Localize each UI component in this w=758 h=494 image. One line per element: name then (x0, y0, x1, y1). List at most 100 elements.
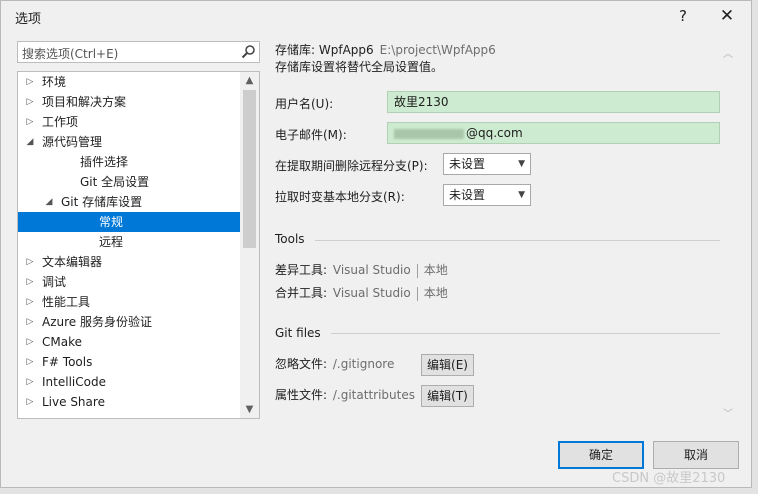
edit-attributes-button[interactable]: 编辑(T) (421, 385, 474, 407)
username-field[interactable]: 故里2130 (387, 91, 720, 113)
divider (416, 263, 418, 278)
tree-item[interactable]: ▷ F# Tools (18, 352, 240, 372)
tree-item-label: 工作项 (42, 115, 79, 129)
options-tree[interactable]: ▷ 环境 ▷ 项目和解决方案 ▷ 工作项 ◢ 源代码管理 插件选择 Git 全局设置 ◢ Git 存储… (17, 71, 260, 419)
tree-item[interactable]: ▷ 文本编辑器 (18, 252, 240, 272)
merge-tool-label: 合并工具: (275, 286, 328, 300)
prune-value: 未设置 (449, 157, 486, 171)
ignore-file-value: /.gitignore (332, 357, 395, 371)
tree-item[interactable]: ▷ 环境 (18, 72, 240, 92)
git-files-section-title: Git files (275, 326, 321, 340)
collapsed-arrow-icon[interactable]: ▷ (24, 112, 36, 132)
username-label: 用户名(U): (275, 97, 334, 111)
tree-item-label: Azure 服务身份验证 (42, 315, 152, 329)
git-files-divider (331, 333, 720, 334)
prune-label: 在提取期间删除远程分支(P): (275, 159, 428, 173)
title-bar: 选项 ? ✕ (1, 1, 753, 31)
tree-item-label: F# Tools (42, 355, 93, 369)
search-placeholder: 搜索选项(Ctrl+E) (22, 47, 119, 61)
tree-item-label: 文本编辑器 (42, 255, 103, 269)
scrollbar-thumb[interactable] (243, 90, 256, 248)
tree-item-label: 调试 (42, 275, 67, 289)
background-edge-right (752, 0, 758, 494)
merge-tool-row: 合并工具: Visual Studio 本地 (275, 284, 448, 301)
search-icon[interactable] (240, 44, 256, 60)
collapsed-arrow-icon[interactable]: ▷ (24, 312, 36, 332)
tree-scrollbar[interactable]: ▲ ▼ (240, 72, 259, 418)
email-field[interactable]: @qq.com (387, 122, 720, 144)
expanded-arrow-icon[interactable]: ◢ (43, 192, 55, 212)
collapsed-arrow-icon[interactable]: ▷ (24, 272, 36, 292)
tree-item[interactable]: ◢ Git 存储库设置 (18, 192, 240, 212)
rebase-value: 未设置 (449, 188, 486, 202)
tools-divider (315, 240, 720, 241)
divider (416, 286, 418, 301)
scroll-down-icon[interactable]: ▼ (240, 401, 259, 418)
repo-header: 存储库: WpfApp6 E:\project\WpfApp6 (275, 41, 496, 58)
ignore-file-row: 忽略文件: /.gitignore (275, 355, 394, 372)
tree-item-label: 环境 (42, 75, 67, 89)
chevron-down-icon: ▼ (518, 190, 525, 200)
tree-item[interactable]: 常规 (18, 212, 240, 232)
background-edge-bottom (0, 488, 758, 494)
tree-item-label: 项目和解决方案 (42, 95, 127, 109)
merge-tool-value: Visual Studio (332, 286, 411, 300)
repo-path: E:\project\WpfApp6 (379, 43, 496, 57)
ignore-file-label: 忽略文件: (275, 357, 328, 371)
collapsed-arrow-icon[interactable]: ▷ (24, 72, 36, 92)
collapsed-arrow-icon[interactable]: ▷ (24, 332, 36, 352)
ok-button[interactable]: 确定 (558, 441, 644, 469)
tree-item[interactable]: 插件选择 (18, 152, 240, 172)
scroll-up-icon[interactable]: ▲ (240, 72, 259, 89)
tree-item-label: 源代码管理 (42, 135, 103, 149)
tree-item[interactable]: ▷ CMake (18, 332, 240, 352)
help-button[interactable]: ? (671, 5, 695, 27)
rebase-label: 拉取时变基本地分支(R): (275, 190, 405, 204)
tree-item[interactable]: ▷ Azure 服务身份验证 (18, 312, 240, 332)
expanded-arrow-icon[interactable]: ◢ (24, 132, 36, 152)
chevron-down-icon: ▼ (518, 159, 525, 169)
diff-tool-label: 差异工具: (275, 263, 328, 277)
panel-scroll-down-icon[interactable]: ﹀ (723, 405, 733, 420)
collapsed-arrow-icon[interactable]: ▷ (24, 372, 36, 392)
tree-item-label: IntelliCode (42, 375, 106, 389)
attributes-file-row: 属性文件: /.gitattributes (275, 386, 415, 403)
collapsed-arrow-icon[interactable]: ▷ (24, 352, 36, 372)
tree-item-label: CMake (42, 335, 82, 349)
tree-item-label: 插件选择 (80, 155, 129, 169)
tree-item[interactable]: 远程 (18, 232, 240, 252)
search-input[interactable]: 搜索选项(Ctrl+E) (17, 41, 260, 63)
repo-label: 存储库: WpfApp6 (275, 43, 374, 57)
diff-tool-value: Visual Studio (332, 263, 411, 277)
tree-item[interactable]: Git 全局设置 (18, 172, 240, 192)
diff-tool-local: 本地 (423, 263, 448, 277)
tree-item[interactable]: ▷ IntelliCode (18, 372, 240, 392)
merge-tool-local: 本地 (423, 286, 448, 300)
tree-item[interactable]: ▷ 工作项 (18, 112, 240, 132)
collapsed-arrow-icon[interactable]: ▷ (24, 252, 36, 272)
tree-item-label: Live Share (42, 395, 105, 409)
close-button[interactable]: ✕ (715, 5, 739, 27)
options-dialog: 选项 ? ✕ 搜索选项(Ctrl+E) ▷ 环境 ▷ 项目和解决方案 ▷ 工作项 ◢ 源代码管… (0, 0, 752, 488)
tree-item[interactable]: ▷ 项目和解决方案 (18, 92, 240, 112)
tree-item[interactable]: ▷ 性能工具 (18, 292, 240, 312)
tree-item[interactable]: ▷ Live Share (18, 392, 240, 412)
panel-scroll-up-icon[interactable]: ︿ (723, 45, 733, 60)
prune-dropdown[interactable]: 未设置 ▼ (443, 153, 531, 175)
rebase-dropdown[interactable]: 未设置 ▼ (443, 184, 531, 206)
email-label: 电子邮件(M): (275, 128, 347, 142)
attributes-file-label: 属性文件: (275, 388, 328, 402)
tree-item[interactable]: ▷ 调试 (18, 272, 240, 292)
tree-item-label: Git 存储库设置 (61, 195, 143, 209)
collapsed-arrow-icon[interactable]: ▷ (24, 392, 36, 412)
email-value: @qq.com (466, 126, 523, 140)
collapsed-arrow-icon[interactable]: ▷ (24, 292, 36, 312)
cancel-button[interactable]: 取消 (653, 441, 739, 469)
window-title: 选项 (15, 12, 42, 27)
username-value: 故里2130 (394, 95, 449, 109)
tree-item-label: 性能工具 (42, 295, 91, 309)
tree-item[interactable]: ◢ 源代码管理 (18, 132, 240, 152)
edit-ignore-button[interactable]: 编辑(E) (421, 354, 474, 376)
collapsed-arrow-icon[interactable]: ▷ (24, 92, 36, 112)
tools-section-title: Tools (275, 232, 305, 246)
